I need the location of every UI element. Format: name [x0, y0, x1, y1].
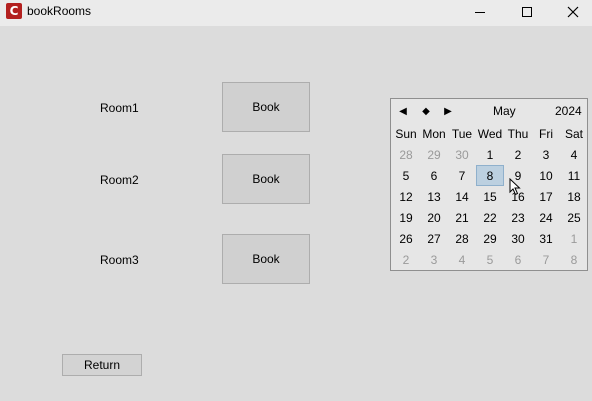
calendar-day[interactable]: 29: [420, 144, 448, 165]
calendar-day[interactable]: 20: [420, 207, 448, 228]
calendar-day[interactable]: 4: [448, 249, 476, 270]
weekday-header: Mon: [422, 126, 446, 141]
calendar-month[interactable]: May: [493, 104, 516, 118]
calendar-day[interactable]: 27: [420, 228, 448, 249]
room3-book-button[interactable]: Book: [222, 234, 310, 284]
weekday-header: Sun: [395, 126, 417, 141]
calendar-day[interactable]: 28: [392, 144, 420, 165]
calendar: ◀ ◆ ▶ May 2024 Sun Mon Tue Wed Thu Fri Sat 28 29…: [390, 98, 588, 271]
calendar-day[interactable]: 3: [532, 144, 560, 165]
calendar-day[interactable]: 2: [504, 144, 532, 165]
calendar-day[interactable]: 28: [448, 228, 476, 249]
room2-label: Room2: [100, 173, 139, 187]
calendar-day[interactable]: 5: [476, 249, 504, 270]
calendar-day[interactable]: 30: [448, 144, 476, 165]
calendar-day[interactable]: 3: [420, 249, 448, 270]
room3-label: Room3: [100, 253, 139, 267]
room2-book-button[interactable]: Book: [222, 154, 310, 204]
calendar-day[interactable]: 23: [504, 207, 532, 228]
room1-label: Room1: [100, 101, 139, 115]
calendar-day[interactable]: 12: [392, 186, 420, 207]
calendar-day[interactable]: 7: [448, 165, 476, 186]
prev-month-icon[interactable]: ◀: [397, 104, 409, 118]
calendar-day[interactable]: 8: [476, 165, 504, 186]
calendar-day[interactable]: 19: [392, 207, 420, 228]
mouse-cursor-icon: [509, 178, 521, 196]
calendar-header: ◀ ◆ ▶ May 2024: [391, 99, 587, 123]
calendar-day[interactable]: 22: [476, 207, 504, 228]
calendar-day[interactable]: 5: [392, 165, 420, 186]
maximize-button[interactable]: [504, 0, 550, 24]
calendar-day[interactable]: 17: [532, 186, 560, 207]
weekday-header: Tue: [451, 126, 473, 141]
calendar-day[interactable]: 13: [420, 186, 448, 207]
maximize-icon: [522, 7, 532, 17]
today-icon[interactable]: ◆: [420, 104, 432, 118]
title-bar: C bookRooms: [0, 0, 592, 26]
calendar-day[interactable]: 26: [392, 228, 420, 249]
calendar-day[interactable]: 6: [420, 165, 448, 186]
calendar-day[interactable]: 30: [504, 228, 532, 249]
return-button[interactable]: Return: [62, 354, 142, 376]
calendar-day[interactable]: 21: [448, 207, 476, 228]
app-icon: C: [6, 3, 22, 19]
calendar-day[interactable]: 29: [476, 228, 504, 249]
calendar-day[interactable]: 15: [476, 186, 504, 207]
weekday-header: Fri: [539, 126, 553, 141]
next-month-icon[interactable]: ▶: [442, 104, 454, 118]
calendar-day[interactable]: 31: [532, 228, 560, 249]
calendar-day[interactable]: 10: [532, 165, 560, 186]
weekday-header: Sat: [564, 126, 583, 141]
close-button[interactable]: [550, 0, 592, 24]
calendar-day[interactable]: 4: [560, 144, 588, 165]
close-icon: [567, 6, 579, 18]
calendar-day[interactable]: 8: [560, 249, 588, 270]
weekday-header: Wed: [477, 126, 503, 141]
calendar-year[interactable]: 2024: [555, 104, 582, 118]
weekday-header: Thu: [507, 126, 529, 141]
room1-book-button[interactable]: Book: [222, 82, 310, 132]
calendar-day[interactable]: 2: [392, 249, 420, 270]
calendar-day[interactable]: 1: [560, 228, 588, 249]
calendar-day[interactable]: 7: [532, 249, 560, 270]
minimize-icon: [475, 11, 485, 13]
calendar-day[interactable]: 24: [532, 207, 560, 228]
window-title: bookRooms: [27, 4, 92, 18]
calendar-day[interactable]: 1: [476, 144, 504, 165]
calendar-day[interactable]: 14: [448, 186, 476, 207]
calendar-day[interactable]: 25: [560, 207, 588, 228]
calendar-grid: Sun Mon Tue Wed Thu Fri Sat 28 29 30 1 2 3 4 5 6 7 8 9 10 11…: [392, 123, 588, 270]
calendar-day[interactable]: 18: [560, 186, 588, 207]
calendar-day[interactable]: 6: [504, 249, 532, 270]
calendar-day[interactable]: 11: [560, 165, 588, 186]
minimize-button[interactable]: [457, 0, 503, 24]
